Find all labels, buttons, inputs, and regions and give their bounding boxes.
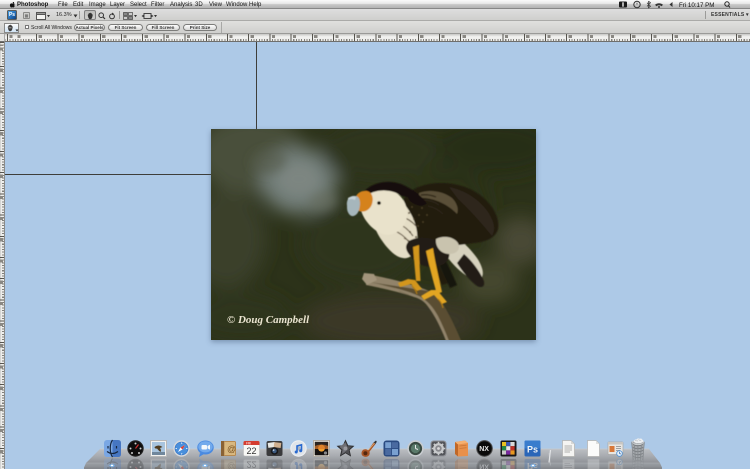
svg-text:© Doug Campbell: © Doug Campbell: [227, 314, 310, 326]
svg-text:Fri 10:17 PM: Fri 10:17 PM: [679, 2, 714, 9]
svg-text:NX: NX: [479, 446, 489, 453]
svg-text:Ps: Ps: [527, 445, 538, 455]
svg-text:22: 22: [247, 446, 257, 456]
svg-text:@: @: [227, 444, 236, 454]
svg-text:FRI: FRI: [246, 441, 251, 445]
